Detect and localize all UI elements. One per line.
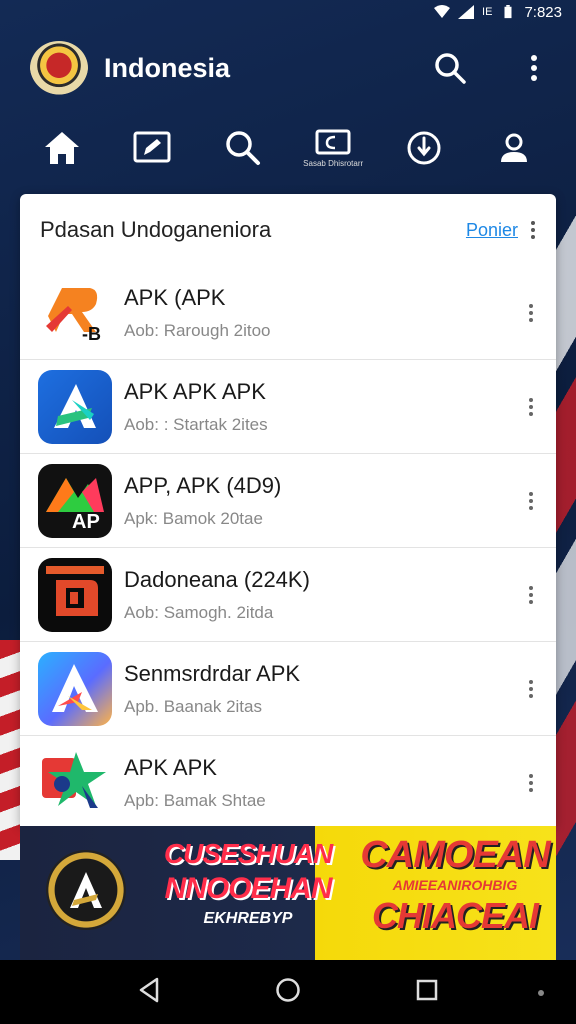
list-item[interactable]: AP APP, APK (4D9) Apk: Bamok 20tae xyxy=(20,454,556,548)
signal-icon xyxy=(458,5,475,19)
card-title: Pdasan Undoganeniora xyxy=(40,217,272,242)
list-item[interactable]: -B APK (APK Aob: Rarough 2itoo xyxy=(20,266,556,360)
tab-tv[interactable]: Sasab Dhisrotarr xyxy=(301,120,365,176)
indicator-dot xyxy=(538,990,544,996)
profile-icon xyxy=(500,133,527,162)
app-icon-a-blue xyxy=(38,369,112,444)
tab-home[interactable] xyxy=(30,120,94,176)
overflow-menu-button[interactable] xyxy=(516,50,552,86)
app-name: Senmsrdrdar APK xyxy=(124,660,301,686)
card-action-link[interactable]: Ponier xyxy=(466,220,518,241)
recents-button[interactable] xyxy=(415,978,439,1007)
ad-right-line3: CHIACEAI xyxy=(371,895,539,936)
more-vert-icon[interactable] xyxy=(526,774,536,792)
ad-banner[interactable]: CUSESHUAN NNOOEHAN EKHREBYP CAMOEAN AMIE… xyxy=(20,826,556,960)
ad-left-text: CUSESHUAN NNOOEHAN EKHREBYP xyxy=(148,838,348,928)
list-item[interactable]: Dadoneana (224K) Aob: Samogh. 2itda xyxy=(20,548,556,642)
system-nav-bar xyxy=(0,960,576,1024)
app-icon-a-gradient xyxy=(38,651,112,726)
more-vert-icon[interactable] xyxy=(526,397,536,416)
page-title: Indonesia xyxy=(104,52,231,83)
status-badge: IE xyxy=(482,6,493,18)
app-icon-star xyxy=(38,746,112,820)
search-button[interactable] xyxy=(432,50,468,86)
tab-download[interactable] xyxy=(392,120,456,176)
tab-tv-label: Sasab Dhisrotarr xyxy=(303,158,364,168)
top-nav: Sasab Dhisrotarr xyxy=(30,118,546,178)
app-subtitle: Aob: : Startak 2ites xyxy=(124,414,268,434)
ad-left-line2: NNOOEHAN xyxy=(164,872,332,905)
more-vert-icon[interactable] xyxy=(526,491,536,510)
ad-right-text: CAMOEAN AMIEEANIROHBIG CHIACEAI xyxy=(350,834,556,937)
battery-icon xyxy=(504,5,512,19)
list-item[interactable]: APK APK Apb: Bamak Shtae xyxy=(20,736,556,830)
download-clock-icon xyxy=(407,131,441,165)
status-bar: IE 7:823 xyxy=(0,0,576,24)
svg-text:-B: -B xyxy=(82,324,101,344)
edit-icon xyxy=(133,131,171,163)
list-item[interactable]: Senmsrdrdar APK Apb. Baanak 2itas xyxy=(20,642,556,736)
app-name: APP, APK (4D9) xyxy=(124,472,282,498)
app-subtitle: Apk: Bamok 20tae xyxy=(124,508,263,528)
app-icon-ap: AP xyxy=(38,463,112,538)
ad-right-line2: AMIEEANIROHBIG xyxy=(392,877,518,893)
garuda-logo-icon xyxy=(30,41,88,95)
svg-text:AP: AP xyxy=(72,511,100,533)
back-button[interactable] xyxy=(137,977,161,1008)
more-vert-icon[interactable] xyxy=(526,303,536,322)
card-menu-button[interactable] xyxy=(528,221,538,239)
recents-icon xyxy=(416,979,438,1000)
app-subtitle: Apb: Bamak Shtae xyxy=(124,791,266,810)
app-icon-d-orange xyxy=(38,557,112,632)
tab-edit[interactable] xyxy=(120,120,184,176)
home-icon xyxy=(45,132,79,164)
app-name: Dadoneana (224K) xyxy=(124,566,310,592)
app-subtitle: Apb. Baanak 2itas xyxy=(124,696,262,716)
home-button[interactable] xyxy=(275,977,301,1008)
app-header: Indonesia xyxy=(30,40,552,96)
back-icon xyxy=(139,977,159,1002)
app-icon-r: -B xyxy=(38,275,112,350)
tab-search[interactable] xyxy=(211,120,275,176)
status-time: 7:823 xyxy=(524,3,562,21)
wifi-icon xyxy=(434,5,451,18)
tv-icon xyxy=(315,129,351,154)
app-subtitle: Aob: Rarough 2itoo xyxy=(124,320,271,340)
ad-left-line1: CUSESHUAN xyxy=(163,838,333,869)
app-name: APK APK APK xyxy=(124,378,266,404)
app-name: APK (APK xyxy=(124,284,226,310)
more-vert-icon[interactable] xyxy=(526,679,536,698)
ad-logo-icon xyxy=(46,850,126,930)
card-header: Pdasan Undoganeniora Ponier xyxy=(20,194,556,266)
tab-profile[interactable] xyxy=(482,120,546,176)
app-name: APK APK xyxy=(124,755,217,780)
app-list-card: Pdasan Undoganeniora Ponier -B APK (APK … xyxy=(20,194,556,826)
more-vert-icon xyxy=(531,55,537,81)
ad-left-line3: EKHREBYP xyxy=(203,910,293,927)
search-icon xyxy=(435,53,466,84)
app-subtitle: Aob: Samogh. 2itda xyxy=(124,602,274,622)
more-vert-icon[interactable] xyxy=(526,585,536,604)
ad-right-line1: CAMOEAN xyxy=(360,834,550,876)
list-item[interactable]: APK APK APK Aob: : Startak 2ites xyxy=(20,360,556,454)
search-icon xyxy=(226,131,260,165)
home-circle-icon xyxy=(276,977,300,1002)
